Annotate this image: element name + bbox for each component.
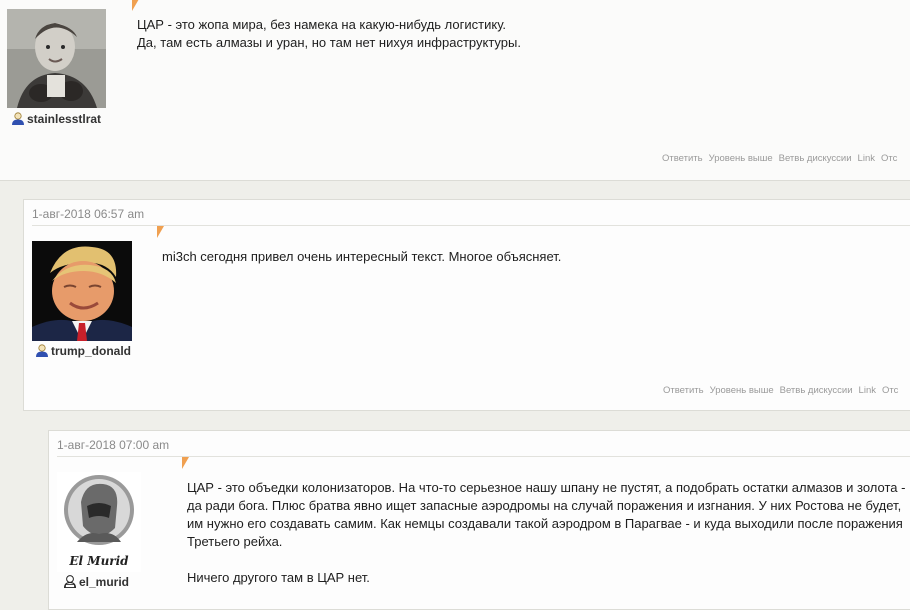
reply-link[interactable]: Ответить (663, 385, 704, 396)
thread-link[interactable]: Ветвь дискуссии (779, 153, 852, 164)
comment-text: ЦАР - это объедки колонизаторов. На что-… (187, 479, 909, 587)
comment-paragraph: Ничего другого там в ЦАР нет. (187, 570, 370, 585)
community-user-icon (63, 575, 77, 588)
avatar[interactable]: El Murid (57, 472, 141, 572)
comment-date: 1-авг-2018 07:00 am (57, 438, 170, 452)
avatar-logo-text: El Murid (69, 554, 129, 568)
comment: 1-авг-2018 06:57 am trump_donald mi3ch с… (23, 199, 910, 411)
comment-text: mi3ch сегодня привел очень интересный те… (162, 248, 892, 266)
comment-notch (157, 226, 164, 238)
comment-notch (182, 457, 189, 469)
permalink[interactable]: Link (859, 385, 876, 396)
comment: 1-авг-2018 07:00 am El Murid el_murid ЦА… (48, 430, 910, 610)
avatar[interactable] (7, 9, 106, 108)
comment-actions: Ответить Уровень выше Ветвь дискуссии Link О… (663, 385, 904, 396)
track-link[interactable]: Отс (881, 153, 897, 164)
permalink[interactable]: Link (858, 153, 875, 164)
avatar-image (7, 9, 106, 108)
user-icon (12, 112, 24, 125)
thread-link[interactable]: Ветвь дискуссии (780, 385, 853, 396)
reply-link[interactable]: Ответить (662, 153, 703, 164)
username-link[interactable]: stainlesstlrat (11, 111, 101, 126)
track-link[interactable]: Отс (882, 385, 898, 396)
comment-line: ЦАР - это жопа мира, без намека на какую… (137, 17, 507, 32)
avatar[interactable] (32, 241, 132, 341)
parent-link[interactable]: Уровень выше (709, 153, 773, 164)
username-link[interactable]: trump_donald (35, 343, 131, 358)
comment-actions: Ответить Уровень выше Ветвь дискуссии Link О… (662, 153, 903, 164)
comment-line: Да, там есть алмазы и уран, но там нет н… (137, 35, 521, 50)
comment-date: 1-авг-2018 06:57 am (32, 207, 145, 221)
user-icon (36, 344, 48, 357)
comment-paragraph: ЦАР - это объедки колонизаторов. На что-… (187, 480, 906, 549)
comment: stainlesstlrat ЦАР - это жопа мира, без … (0, 0, 910, 181)
comment-notch (132, 0, 139, 11)
comment-text: ЦАР - это жопа мира, без намека на какую… (137, 16, 897, 52)
parent-link[interactable]: Уровень выше (710, 385, 774, 396)
avatar-image (32, 241, 132, 341)
username-link[interactable]: el_murid (63, 574, 129, 589)
comment-line: mi3ch сегодня привел очень интересный те… (162, 249, 562, 264)
